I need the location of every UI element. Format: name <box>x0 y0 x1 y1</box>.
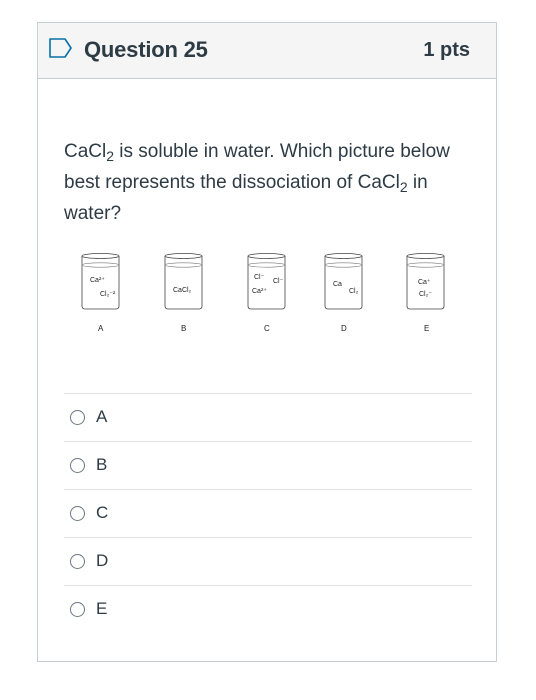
radio-empty-icon[interactable] <box>70 458 85 473</box>
beaker-letter: B <box>181 324 186 333</box>
beaker-letter: E <box>424 324 429 333</box>
answer-option-a[interactable]: A <box>64 393 472 441</box>
answer-option-b[interactable]: B <box>64 441 472 489</box>
beaker-label: Ca <box>333 281 342 288</box>
beaker-letter: D <box>341 324 347 333</box>
question-text: CaCl2 is soluble in water. Which picture… <box>64 141 450 224</box>
beaker-letter: A <box>98 324 104 333</box>
question-title: Question 25 <box>84 37 208 62</box>
beaker-diagram: Ca²⁺ Cl₂⁻² A CaCl₂ B Cl⁻ Cl⁻ Ca²⁺ C Ca C… <box>81 253 445 333</box>
question-card: Question 25 1 pts CaCl2 is soluble in wa… <box>37 22 497 662</box>
beaker-label: Cl⁻ <box>273 278 284 285</box>
answer-option-e[interactable]: E <box>64 585 472 633</box>
answer-label[interactable]: E <box>96 599 107 619</box>
beaker-d: Ca Cl₂ D <box>324 253 363 333</box>
flag-outline-icon[interactable] <box>48 37 74 59</box>
question-points: 1 pts <box>423 39 470 61</box>
beaker-label: Ca²⁺ <box>252 288 267 295</box>
beaker-e: Ca⁺ Cl₂⁻ E <box>406 253 445 333</box>
beaker-label: Ca⁺ <box>418 279 431 286</box>
beaker-label: Ca²⁺ <box>90 277 105 284</box>
beaker-label: Cl₂⁻ <box>419 291 432 298</box>
beaker-label: CaCl₂ <box>173 287 192 294</box>
radio-empty-icon[interactable] <box>70 554 85 569</box>
answer-list: A B C D E <box>64 393 472 633</box>
beaker-label: Cl⁻ <box>254 274 265 281</box>
answer-option-d[interactable]: D <box>64 537 472 585</box>
beaker-a: Ca²⁺ Cl₂⁻² A <box>81 253 120 333</box>
radio-empty-icon[interactable] <box>70 410 85 425</box>
beaker-label: Cl₂ <box>349 288 359 295</box>
beaker-b: CaCl₂ B <box>164 253 203 333</box>
answer-option-c[interactable]: C <box>64 489 472 537</box>
answer-label[interactable]: C <box>96 503 108 523</box>
question-header: Question 25 1 pts <box>38 23 496 79</box>
beaker-label: Cl₂⁻² <box>100 291 116 298</box>
answer-label[interactable]: B <box>96 455 107 475</box>
radio-empty-icon[interactable] <box>70 602 85 617</box>
answer-label[interactable]: A <box>96 407 107 427</box>
answer-label[interactable]: D <box>96 551 108 571</box>
radio-empty-icon[interactable] <box>70 506 85 521</box>
beaker-letter: C <box>264 324 270 333</box>
beaker-c: Cl⁻ Cl⁻ Ca²⁺ C <box>247 253 286 333</box>
